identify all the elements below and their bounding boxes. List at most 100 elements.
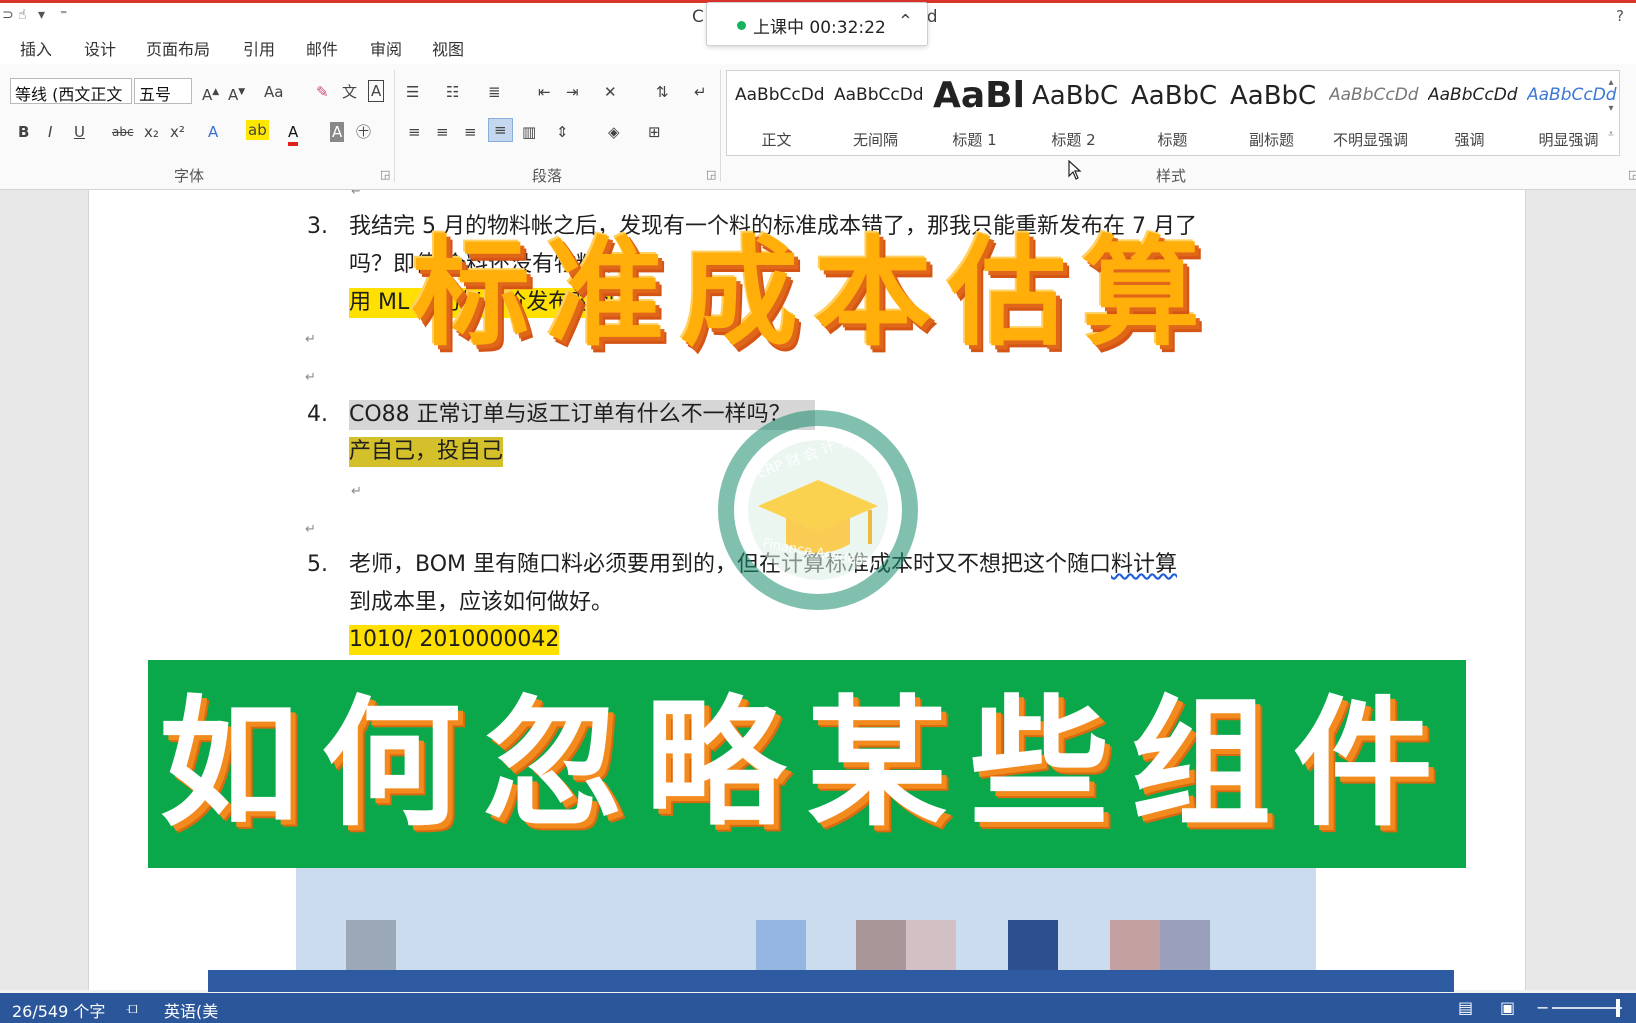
- paragraph-mark: ↵: [305, 522, 316, 537]
- clear-formatting-icon[interactable]: ✎: [316, 82, 329, 102]
- status-bar: 26/549 个字 ⟤ 英语(美 ▤ ▣ −: [0, 993, 1636, 1023]
- style-subtitle[interactable]: AaBbC 副标题: [1222, 71, 1321, 155]
- font-color-button[interactable]: A: [288, 122, 299, 146]
- help-button[interactable]: ?: [1616, 7, 1624, 25]
- bullets-icon[interactable]: ☰: [406, 82, 419, 102]
- underline-button[interactable]: U: [74, 122, 85, 142]
- pixel-block: [856, 920, 906, 970]
- justify-icon[interactable]: ≡: [488, 118, 513, 142]
- pixel-block: [1008, 920, 1058, 970]
- chevron-up-icon[interactable]: ⌃: [898, 11, 913, 32]
- font-size-select[interactable]: 五号: [134, 78, 192, 104]
- document-title: C: [692, 7, 704, 27]
- video-subtitle-text: 如何忽略某些组件: [158, 682, 1455, 846]
- word-app-icon[interactable]: ⊃: [2, 7, 14, 23]
- tab-view[interactable]: 视图: [432, 36, 464, 60]
- tab-insert[interactable]: 插入: [20, 36, 52, 60]
- numbering-icon[interactable]: ☷: [446, 82, 459, 102]
- style-emphasis[interactable]: AaBbCcDd 强调: [1420, 71, 1519, 155]
- tab-mailings[interactable]: 邮件: [306, 36, 338, 60]
- style-heading-2[interactable]: AaBbC 标题 2: [1024, 71, 1123, 155]
- align-left-icon[interactable]: ≡: [408, 122, 421, 142]
- subscript-button[interactable]: x₂: [144, 122, 159, 142]
- highlighted-answer: 1010/ 2010000042: [349, 625, 560, 655]
- style-no-spacing[interactable]: AaBbCcDd 无间隔: [826, 71, 925, 155]
- mouse-cursor-icon: [1068, 160, 1082, 180]
- tab-references[interactable]: 引用: [243, 36, 275, 60]
- ribbon: 等线 (西文正文 五号 A▲ A▼ Aa ✎ 文 A B I U abc x₂ …: [0, 64, 1636, 190]
- paragraph-line: 到成本里，应该如何做好。: [349, 590, 614, 615]
- styles-gallery: AaBbCcDd 正文 AaBbCcDd 无间隔 AaBl 标题 1 AaBbC…: [726, 70, 1620, 156]
- shrink-font-icon[interactable]: A▼: [228, 82, 245, 105]
- zoom-slider-track[interactable]: [1552, 1007, 1622, 1009]
- grow-font-icon[interactable]: A▲: [202, 82, 219, 105]
- distributed-icon[interactable]: ▥: [522, 122, 536, 142]
- font-dialog-launcher-icon[interactable]: ◲: [380, 168, 390, 181]
- zoom-out-icon[interactable]: −: [1536, 998, 1549, 1017]
- read-mode-icon[interactable]: ▤: [1458, 998, 1473, 1017]
- style-heading-1[interactable]: AaBl 标题 1: [925, 71, 1024, 155]
- highlight-color-icon[interactable]: ab: [246, 120, 269, 140]
- academy-watermark-logo: ERP 财 会 计 堂 Finance Academy: [718, 410, 918, 610]
- tab-layout[interactable]: 页面布局: [146, 36, 210, 60]
- language-indicator[interactable]: 英语(美: [164, 998, 218, 1022]
- enclose-characters-icon[interactable]: ㊉: [356, 122, 371, 142]
- align-right-icon[interactable]: ≡: [464, 122, 477, 142]
- style-normal[interactable]: AaBbCcDd 正文: [727, 71, 826, 155]
- touch-mode-icon[interactable]: ☝: [18, 7, 27, 23]
- pixelated-blue-strip: [208, 970, 1454, 992]
- proofing-icon[interactable]: ⟤: [126, 998, 138, 1018]
- list-number: 5.: [307, 552, 328, 577]
- class-timer-label: 上课中 00:32:22: [753, 18, 886, 38]
- pixel-block: [346, 920, 396, 970]
- borders-icon[interactable]: ⊞: [648, 122, 661, 142]
- line-spacing-icon[interactable]: ⇕: [556, 122, 569, 142]
- style-title[interactable]: AaBbC 标题: [1123, 71, 1222, 155]
- styles-dialog-launcher-icon[interactable]: ◲: [1628, 168, 1636, 181]
- paragraph-mark: ↵: [351, 190, 362, 199]
- video-subtitle-banner: 如何忽略某些组件: [148, 660, 1466, 868]
- decrease-indent-icon[interactable]: ⇤: [538, 82, 551, 102]
- paragraph-group-label: 段落: [532, 167, 563, 185]
- group-separator: [394, 70, 395, 182]
- bold-button[interactable]: B: [18, 122, 29, 142]
- font-name-select[interactable]: 等线 (西文正文: [10, 78, 132, 104]
- phonetic-guide-icon[interactable]: 文: [342, 82, 357, 102]
- change-case-button[interactable]: Aa: [264, 82, 283, 102]
- paragraph-mark: ↵: [351, 484, 362, 499]
- chevron-down-icon[interactable]: ▾: [38, 7, 45, 23]
- pixel-block: [1110, 920, 1160, 970]
- gallery-scroll-up-icon[interactable]: ▴: [1603, 77, 1619, 88]
- shading-icon[interactable]: ◈: [608, 122, 620, 142]
- highlighted-answer: 产自己，投自己: [349, 437, 504, 467]
- paragraph-dialog-launcher-icon[interactable]: ◲: [706, 168, 716, 181]
- font-group-label: 字体: [174, 167, 205, 185]
- gallery-more-icon[interactable]: ⩡: [1603, 129, 1619, 140]
- gallery-scroll-down-icon[interactable]: ▾: [1603, 103, 1619, 114]
- tab-design[interactable]: 设计: [84, 36, 116, 60]
- sort-icon[interactable]: ⇅: [656, 82, 669, 102]
- increase-indent-icon[interactable]: ⇥: [566, 82, 579, 102]
- pixel-block: [756, 920, 806, 970]
- paragraph-line-selected: CO88 正常订单与返工订单有什么不一样吗？: [349, 400, 815, 430]
- customize-quick-access-icon[interactable]: ⁼: [60, 7, 67, 23]
- show-marks-icon[interactable]: ↵: [694, 82, 707, 102]
- print-layout-icon[interactable]: ▣: [1500, 998, 1515, 1017]
- class-timer-widget[interactable]: 上课中 00:32:22 ⌃: [706, 2, 928, 46]
- strikethrough-button[interactable]: abc: [112, 122, 134, 142]
- align-center-icon[interactable]: ≡: [436, 122, 449, 142]
- text-effects-button[interactable]: A: [208, 122, 218, 142]
- tab-review[interactable]: 审阅: [370, 36, 402, 60]
- italic-button[interactable]: I: [48, 122, 52, 142]
- style-subtle-emphasis[interactable]: AaBbCcDd 不明显强调: [1321, 71, 1420, 155]
- character-border-icon[interactable]: A: [368, 80, 385, 102]
- asian-layout-icon[interactable]: ✕: [604, 82, 617, 102]
- superscript-button[interactable]: x²: [170, 122, 185, 142]
- word-count[interactable]: 26/549 个字: [12, 998, 105, 1022]
- group-separator: [720, 70, 721, 182]
- multilevel-list-icon[interactable]: ≣: [488, 82, 501, 102]
- character-shading-button[interactable]: A: [330, 122, 345, 142]
- video-title-overlay: 标准成本估算: [411, 224, 1216, 362]
- zoom-slider-thumb[interactable]: [1616, 999, 1620, 1017]
- spelling-error[interactable]: 料计算: [1111, 552, 1177, 577]
